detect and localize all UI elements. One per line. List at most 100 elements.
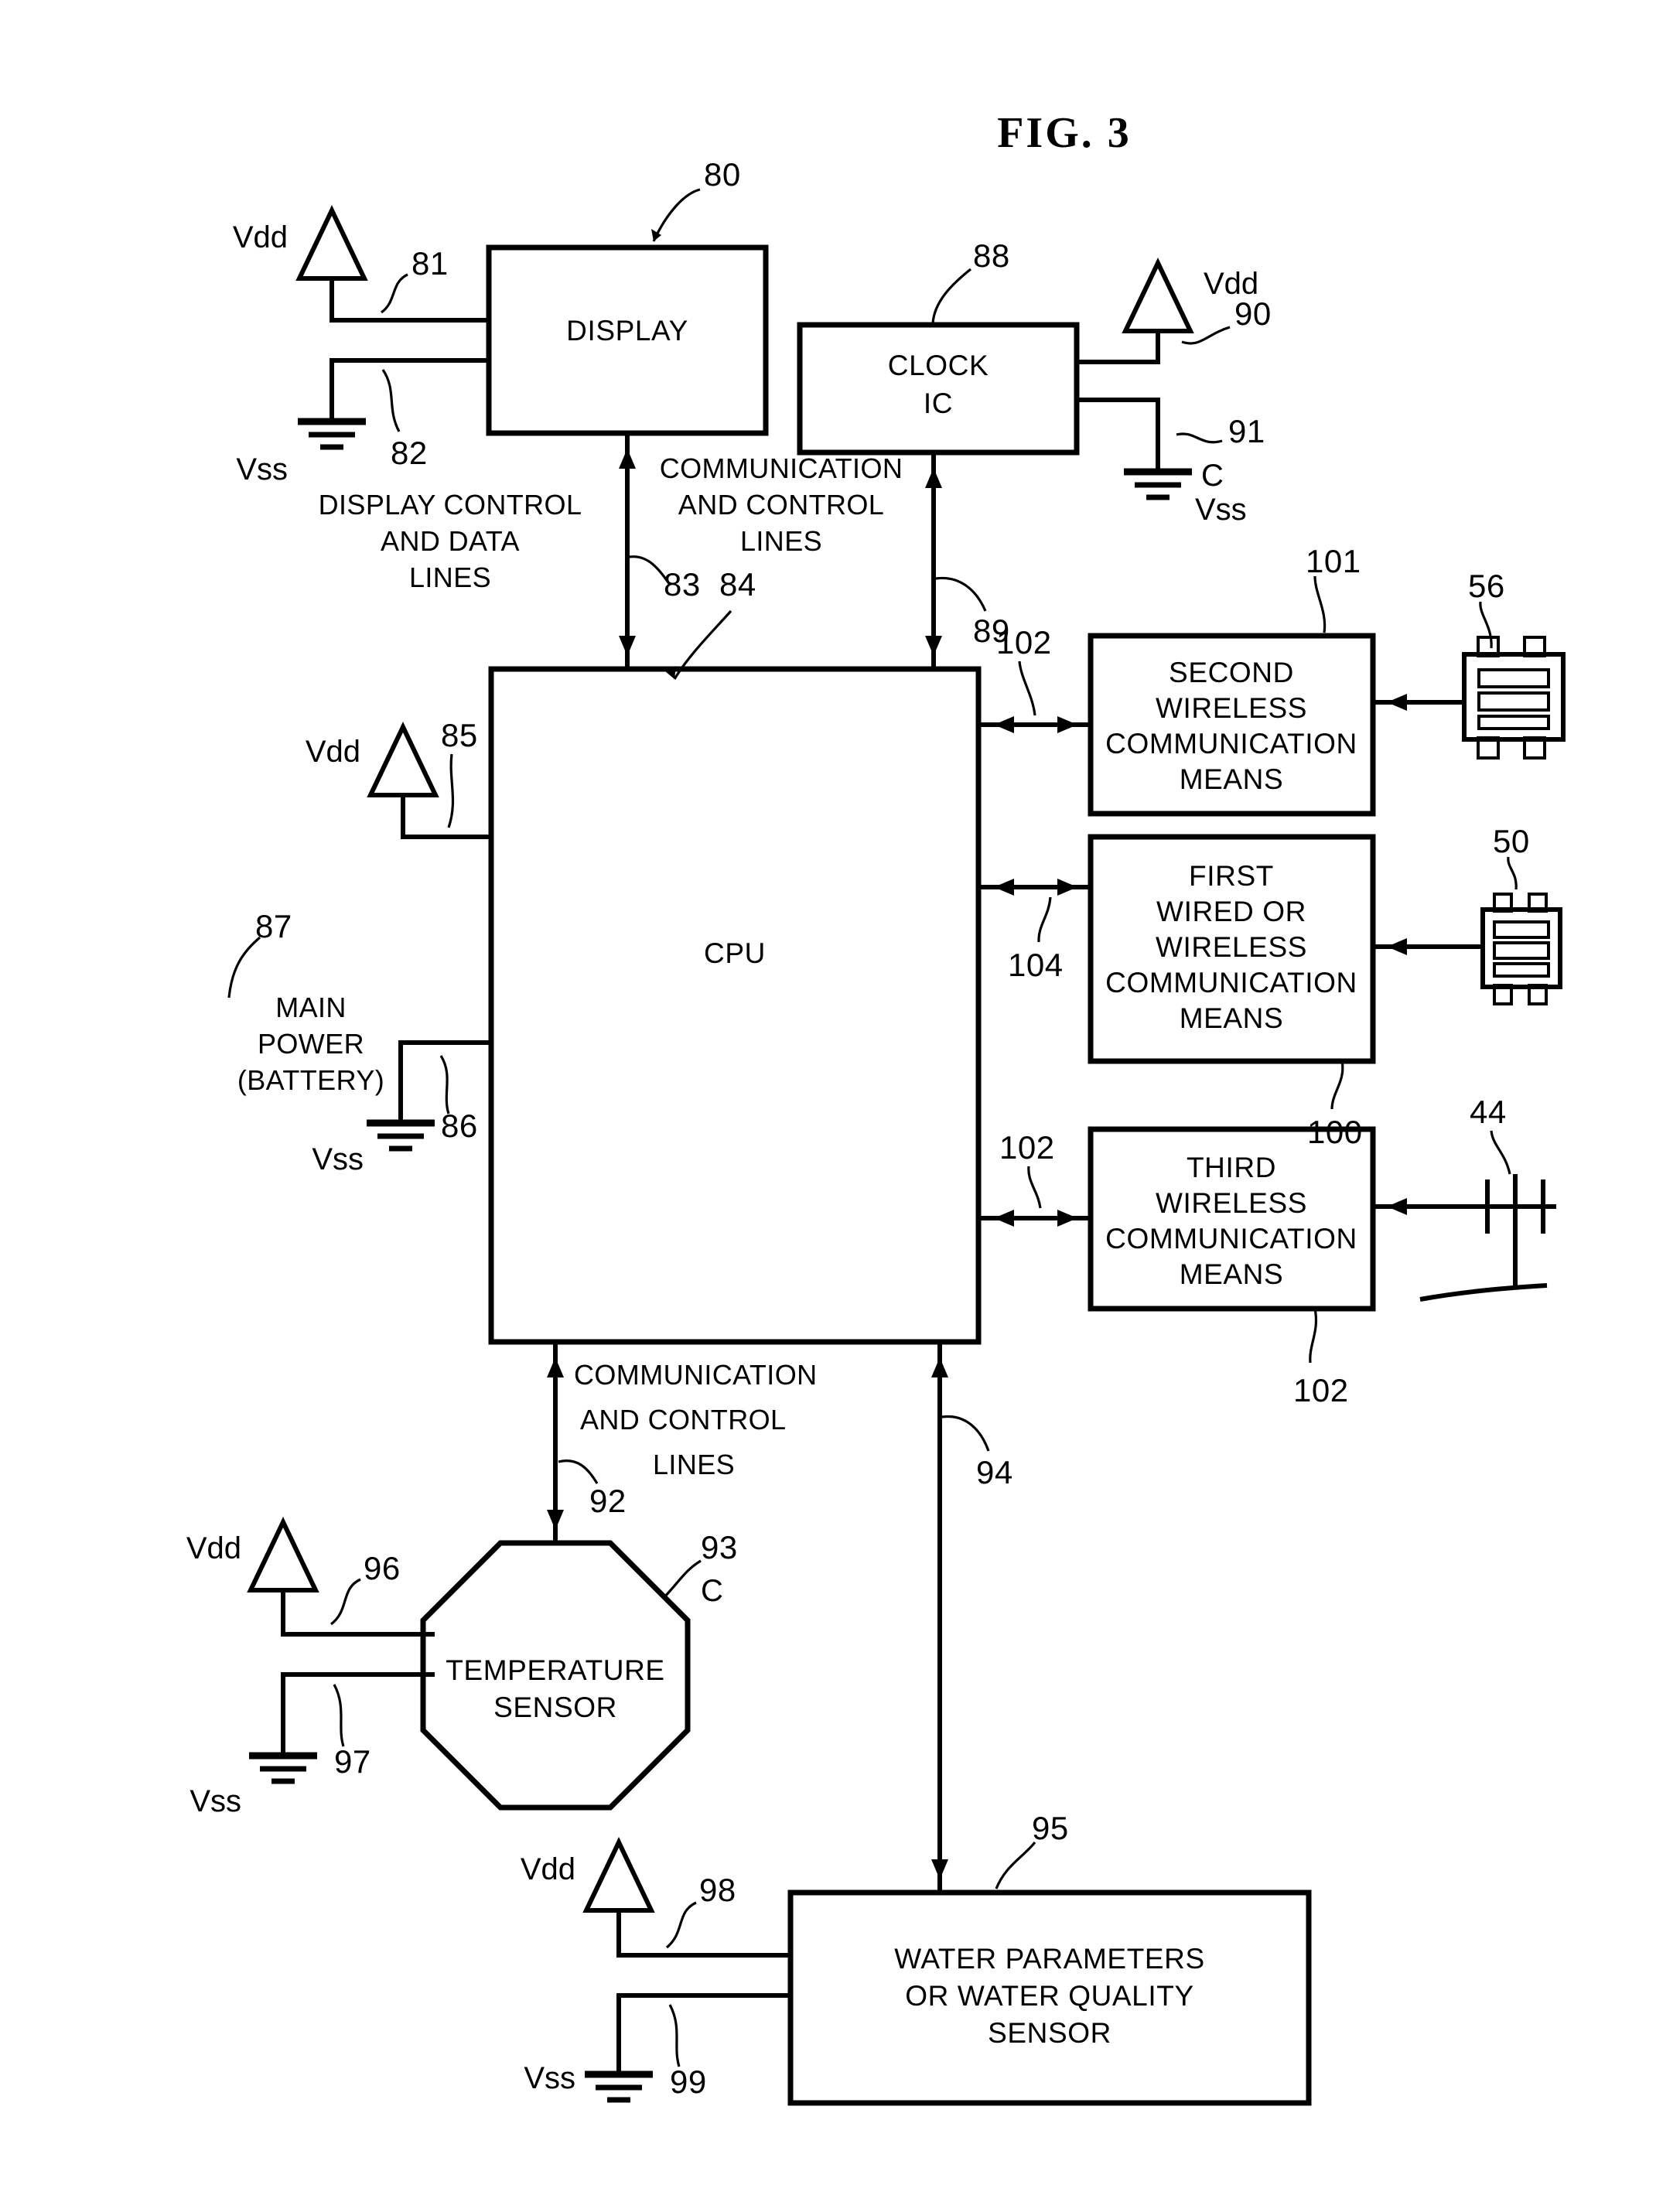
clock-vss-ref-leader (1176, 432, 1223, 444)
water-sensor-arrow-up (931, 1357, 948, 1377)
device-44-ref-leader (1490, 1130, 1511, 1175)
first-wireless-line3: WIRELESS (1156, 931, 1307, 963)
cpu-vss-label: Vss (312, 1142, 364, 1176)
third-wireless-line1: THIRD (1187, 1152, 1276, 1183)
water-vss-label: Vss (524, 2061, 575, 2095)
comm-control-top-line1: COMMUNICATION (660, 452, 903, 484)
block-diagram-svg: FIG. 3 DISPLAY 80 Vdd 81 Vss 82 CLOCK IC… (186, 109, 1566, 2106)
device-56-ref-leader (1479, 601, 1493, 649)
comm-control-top-line2: AND CONTROL (678, 489, 884, 521)
first-wireless-bus-ref-number: 104 (1008, 947, 1064, 983)
water-vdd-label: Vdd (521, 1852, 575, 1886)
second-wireless-device-arrow (1387, 694, 1407, 711)
display-vdd-ref-number: 81 (411, 245, 449, 282)
temperature-sensor-ref-leader (662, 1559, 702, 1599)
display-block-label: DISPLAY (566, 315, 688, 346)
clock-ref-leader (931, 268, 971, 324)
water-vdd-triangle-icon (582, 1837, 655, 1913)
temperature-sensor-line2: SENSOR (493, 1691, 617, 1723)
patent-figure-3: FIG. 3 DISPLAY 80 Vdd 81 Vss 82 CLOCK IC… (0, 0, 1680, 2195)
main-power-ref-leader (227, 936, 261, 999)
device-56-ref-number: 56 (1468, 568, 1505, 604)
device-50-module-icon (1480, 893, 1562, 1005)
display-control-note-line3: LINES (409, 562, 491, 593)
temp-vss-ref-number: 97 (334, 1743, 371, 1780)
temp-vdd-wire (281, 1590, 435, 1637)
cpu-vss-ref-leader (439, 1055, 450, 1115)
clock-cpu-ref-leader (935, 576, 987, 612)
first-wireless-line4: COMMUNICATION (1105, 967, 1357, 999)
clock-ic-label-line1: CLOCK (888, 350, 989, 381)
third-wireless-ref-number: 102 (1293, 1372, 1349, 1408)
third-wireless-line2: WIRELESS (1156, 1187, 1307, 1219)
third-wireless-line4: MEANS (1180, 1258, 1284, 1290)
display-ref-leader (652, 188, 701, 242)
device-44-antenna-icon (1419, 1174, 1556, 1302)
temperature-sensor-ref-note: C (701, 1574, 723, 1608)
cpu-vdd-ref-leader (447, 753, 455, 828)
water-vss-wire (616, 1993, 790, 2074)
clock-vss-note: C (1201, 459, 1224, 493)
main-power-line1: MAIN (275, 992, 347, 1023)
water-sensor-ref-leader (995, 1841, 1036, 1889)
third-wireless-bus-ref-leader (1027, 1166, 1042, 1209)
display-vss-wire (330, 358, 489, 422)
temp-vdd-label: Vdd (186, 1531, 241, 1565)
third-wireless-arrow-right (1057, 1210, 1077, 1227)
first-wireless-bus-ref-leader (1037, 896, 1052, 943)
cpu-vdd-label: Vdd (306, 735, 360, 769)
display-vdd-ref-leader (380, 273, 408, 314)
main-power-line2: POWER (258, 1028, 364, 1060)
second-wireless-arrow-right (1057, 716, 1077, 733)
water-sensor-ref-number: 95 (1032, 1810, 1069, 1846)
second-wireless-line3: COMMUNICATION (1105, 728, 1357, 760)
temp-vdd-ref-leader (330, 1578, 361, 1626)
comm-control-bottom-line2: AND CONTROL (580, 1404, 786, 1435)
second-wireless-bus-ref-leader (1018, 661, 1036, 716)
comm-control-bottom-line3: LINES (653, 1449, 735, 1480)
temp-bus-ref-number: 92 (589, 1483, 627, 1519)
water-vdd-wire (616, 1910, 790, 1958)
display-vdd-triangle-icon (295, 205, 368, 281)
second-wireless-ref-leader (1313, 575, 1327, 633)
temp-vss-ref-leader (333, 1684, 345, 1747)
display-control-note-line1: DISPLAY CONTROL (319, 489, 582, 521)
water-vdd-ref-leader (665, 1901, 697, 1949)
clock-vss-label: Vss (1195, 493, 1247, 527)
main-power-line3: (BATTERY) (237, 1064, 384, 1096)
cpu-vdd-wire (401, 795, 491, 839)
temp-vss-label: Vss (190, 1784, 241, 1818)
clock-vdd-wire (1077, 331, 1160, 364)
display-control-note-line2: AND DATA (381, 525, 520, 557)
water-sensor-line2: OR WATER QUALITY (905, 1980, 1193, 2012)
clock-cpu-arrow-up (925, 468, 942, 488)
first-wireless-line5: MEANS (1180, 1002, 1284, 1034)
clock-vdd-ref-number: 90 (1234, 295, 1272, 332)
device-50-ref-number: 50 (1493, 823, 1530, 859)
water-vss-ref-number: 99 (670, 2064, 707, 2100)
clock-cpu-arrow-down (925, 636, 942, 656)
third-wireless-line3: COMMUNICATION (1105, 1223, 1357, 1255)
third-wireless-arrow-left (994, 1210, 1014, 1227)
temperature-sensor-line1: TEMPERATURE (446, 1654, 664, 1686)
water-bus-ref-leader (941, 1415, 990, 1452)
water-sensor-line3: SENSOR (988, 2017, 1111, 2049)
cpu-block (488, 666, 982, 1345)
temperature-sensor-ref-number: 93 (701, 1529, 738, 1565)
display-control-ref-number: 83 (664, 566, 701, 603)
display-vss-ref-number: 82 (391, 435, 428, 471)
display-vdd-label: Vdd (233, 220, 288, 254)
water-vdd-ref-number: 98 (699, 1872, 736, 1908)
display-ref-number: 80 (704, 156, 741, 193)
device-50-ref-leader (1507, 856, 1518, 890)
comm-control-top-ref-number: 84 (719, 566, 756, 603)
display-cpu-arrow-down (619, 636, 636, 656)
temp-vdd-ref-number: 96 (364, 1550, 401, 1586)
device-44-ref-number: 44 (1470, 1094, 1507, 1130)
first-wireless-arrow-right (1057, 879, 1077, 896)
clock-ref-number: 88 (973, 237, 1010, 274)
temp-sensor-arrow-up (547, 1357, 564, 1377)
clock-vss-ref-number: 91 (1228, 413, 1265, 449)
first-wireless-ref-leader (1330, 1060, 1344, 1110)
comm-control-top-line3: LINES (740, 525, 822, 557)
